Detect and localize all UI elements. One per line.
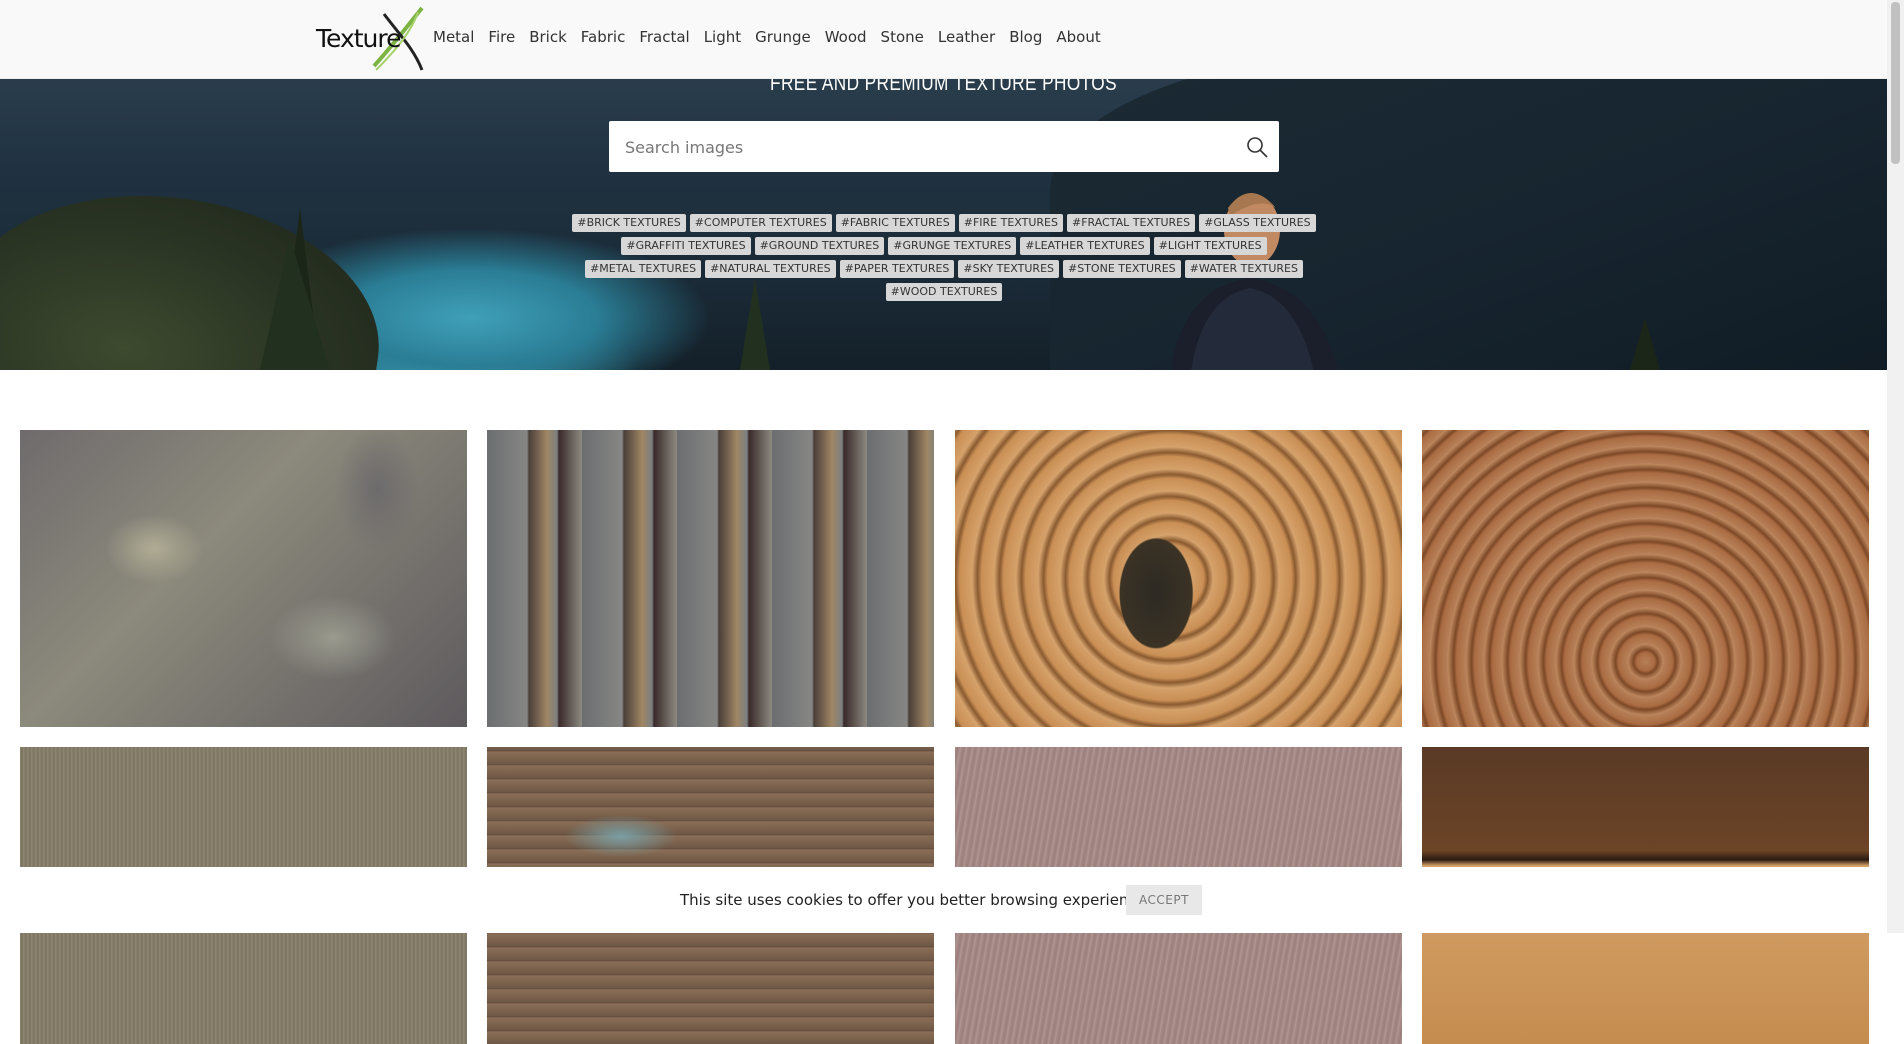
tag-glass-textures[interactable]: #GLASS TEXTURES xyxy=(1199,214,1316,232)
wood-planks-texture-thumb[interactable] xyxy=(487,430,934,727)
tag-brick-textures[interactable]: #BRICK TEXTURES xyxy=(572,214,686,232)
nav-link-blog[interactable]: Blog xyxy=(1009,28,1042,46)
nav-link-wood[interactable]: Wood xyxy=(825,28,867,46)
tag-leather-textures[interactable]: #LEATHER TEXTURES xyxy=(1020,237,1150,255)
cracked-log-texture-thumb[interactable] xyxy=(955,430,1402,727)
tag-ground-textures[interactable]: #GROUND TEXTURES xyxy=(754,237,885,255)
nav-link-stone[interactable]: Stone xyxy=(881,28,924,46)
tag-metal-textures[interactable]: #METAL TEXTURES xyxy=(585,260,702,278)
accept-cookies-button[interactable]: ACCEPT xyxy=(1126,885,1202,915)
site-logo[interactable]: Texture xyxy=(314,4,426,74)
main-nav: Metal Fire Brick Fabric Fractal Light Grunge Wo… xyxy=(433,28,1115,46)
nav-link-fabric[interactable]: Fabric xyxy=(581,28,626,46)
tag-fractal-textures[interactable]: #FRACTAL TEXTURES xyxy=(1066,214,1196,232)
tag-natural-textures[interactable]: #NATURAL TEXTURES xyxy=(705,260,836,278)
nav-link-brick[interactable]: Brick xyxy=(529,28,567,46)
tag-fire-textures[interactable]: #FIRE TEXTURES xyxy=(958,214,1063,232)
cookie-message: This site uses cookies to offer you bett… xyxy=(680,891,1151,909)
scrollbar-thumb[interactable] xyxy=(1891,2,1900,164)
tag-graffiti-textures[interactable]: #GRAFFITI TEXTURES xyxy=(621,237,751,255)
nav-link-light[interactable]: Light xyxy=(704,28,741,46)
tag-grunge-textures[interactable]: #GRUNGE TEXTURES xyxy=(888,237,1017,255)
cookie-banner: This site uses cookies to offer you bett… xyxy=(0,867,1887,933)
search-icon[interactable] xyxy=(1245,135,1269,159)
tag-stone-textures[interactable]: #STONE TEXTURES xyxy=(1063,260,1181,278)
tag-water-textures[interactable]: #WATER TEXTURES xyxy=(1184,260,1303,278)
nav-link-about[interactable]: About xyxy=(1056,28,1100,46)
tag-paper-textures[interactable]: #PAPER TEXTURES xyxy=(839,260,955,278)
logo-text: Texture xyxy=(316,24,402,53)
tag-fabric-textures[interactable]: #FABRIC TEXTURES xyxy=(835,214,955,232)
nav-link-metal[interactable]: Metal xyxy=(433,28,474,46)
search-input[interactable] xyxy=(623,121,1227,174)
tree-rings-texture-thumb[interactable] xyxy=(1422,430,1869,727)
nav-link-fractal[interactable]: Fractal xyxy=(639,28,689,46)
search-box xyxy=(609,121,1279,174)
nav-link-grunge[interactable]: Grunge xyxy=(755,28,811,46)
nav-link-fire[interactable]: Fire xyxy=(488,28,515,46)
bark-texture-thumb[interactable] xyxy=(20,430,467,727)
tag-light-textures[interactable]: #LIGHT TEXTURES xyxy=(1153,237,1267,255)
tag-computer-textures[interactable]: #COMPUTER TEXTURES xyxy=(689,214,832,232)
nav-link-leather[interactable]: Leather xyxy=(938,28,995,46)
texture-tag-list: #BRICK TEXTURES #COMPUTER TEXTURES #FABRIC… xyxy=(540,210,1348,302)
page-scrollbar[interactable] xyxy=(1887,0,1904,933)
top-navigation-bar: Texture Metal Fire Brick Fabric Fractal Light… xyxy=(0,0,1887,79)
tag-wood-textures[interactable]: #WOOD TEXTURES xyxy=(885,283,1003,301)
tag-sky-textures[interactable]: #SKY TEXTURES xyxy=(958,260,1060,278)
